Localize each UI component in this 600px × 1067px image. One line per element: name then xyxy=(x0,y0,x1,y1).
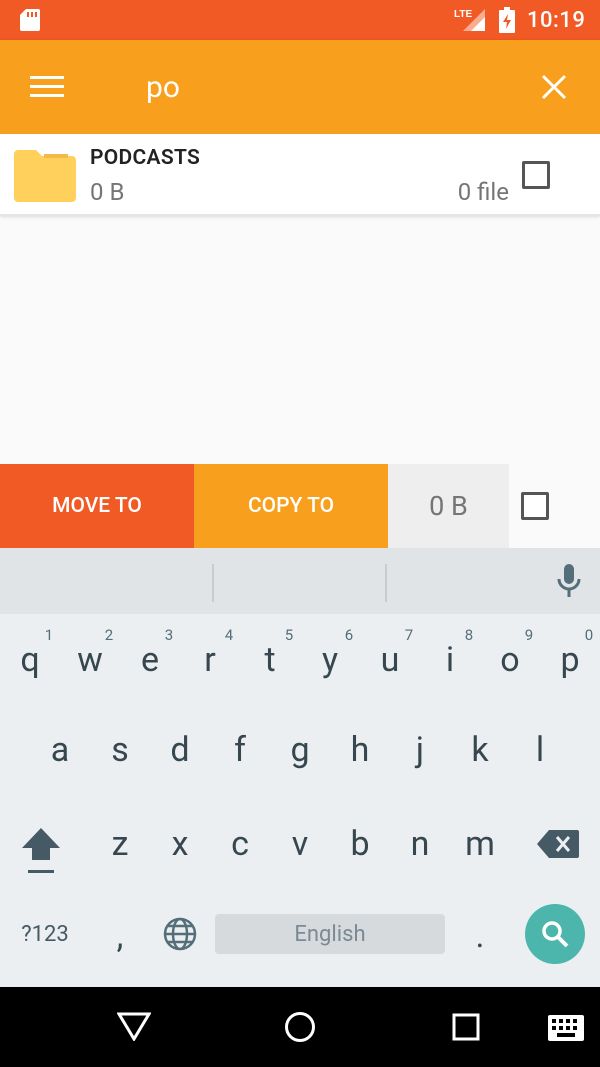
menu-icon[interactable] xyxy=(30,76,64,98)
key-period[interactable]: . xyxy=(450,916,510,956)
back-icon[interactable] xyxy=(117,1011,151,1041)
move-to-button[interactable]: MOVE TO xyxy=(0,464,194,548)
status-clock: 10:19 xyxy=(527,8,586,33)
select-all-checkbox[interactable] xyxy=(521,492,549,520)
sd-card-icon xyxy=(20,9,40,31)
key-q[interactable]: q xyxy=(0,640,60,680)
list-item[interactable]: PODCASTS 0 B 0 file xyxy=(0,134,600,216)
key-c[interactable]: c xyxy=(210,824,270,864)
key-comma[interactable]: , xyxy=(90,916,150,956)
globe-icon[interactable] xyxy=(162,916,198,952)
status-bar: LTE 10:19 xyxy=(0,0,600,40)
suggestion-divider xyxy=(212,564,214,602)
soft-keyboard: 1 2 3 4 5 6 7 8 9 0 q w e r t y u i o p … xyxy=(0,548,600,987)
copy-to-button[interactable]: COPY TO xyxy=(194,464,388,548)
key-e[interactable]: e xyxy=(120,640,180,680)
key-j[interactable]: j xyxy=(390,730,450,770)
lte-signal-icon: LTE xyxy=(454,9,485,31)
key-o[interactable]: o xyxy=(480,640,540,680)
shift-icon[interactable] xyxy=(20,826,62,876)
key-n[interactable]: n xyxy=(390,824,450,864)
key-k[interactable]: k xyxy=(450,730,510,770)
key-s[interactable]: s xyxy=(90,730,150,770)
action-bar: MOVE TO COPY TO 0 B xyxy=(0,464,600,548)
key-h[interactable]: h xyxy=(330,730,390,770)
select-all-area xyxy=(509,464,600,548)
key-m[interactable]: m xyxy=(450,824,510,864)
search-icon xyxy=(542,921,569,948)
key-y[interactable]: y xyxy=(300,640,360,680)
file-size: 0 B xyxy=(90,178,125,206)
key-d[interactable]: d xyxy=(150,730,210,770)
key-p[interactable]: p xyxy=(540,640,600,680)
search-key[interactable] xyxy=(525,904,585,964)
key-u[interactable]: u xyxy=(360,640,420,680)
key-b[interactable]: b xyxy=(330,824,390,864)
recents-icon[interactable] xyxy=(452,1013,480,1041)
app-bar: po xyxy=(0,40,600,134)
key-g[interactable]: g xyxy=(270,730,330,770)
suggestion-strip xyxy=(0,548,600,614)
svg-text:LTE: LTE xyxy=(454,9,472,20)
symbols-key[interactable]: ?123 xyxy=(15,922,75,947)
keyboard-switch-icon[interactable] xyxy=(548,1015,584,1041)
file-count: 0 file xyxy=(457,178,509,206)
battery-charging-icon xyxy=(499,7,515,33)
microphone-icon[interactable] xyxy=(557,564,581,598)
folder-icon xyxy=(14,150,76,202)
key-l[interactable]: l xyxy=(510,730,570,770)
backspace-icon[interactable] xyxy=(537,830,579,858)
key-v[interactable]: v xyxy=(270,824,330,864)
key-w[interactable]: w xyxy=(60,640,120,680)
key-t[interactable]: t xyxy=(240,640,300,680)
key-a[interactable]: a xyxy=(30,730,90,770)
home-icon[interactable] xyxy=(284,1011,316,1043)
search-input[interactable]: po xyxy=(146,70,180,105)
close-icon[interactable] xyxy=(541,74,567,100)
suggestion-divider xyxy=(385,564,387,602)
space-key[interactable]: English xyxy=(215,914,445,954)
row-checkbox[interactable] xyxy=(522,161,550,189)
navigation-bar xyxy=(0,987,600,1067)
file-name: PODCASTS xyxy=(90,146,201,170)
key-z[interactable]: z xyxy=(90,824,150,864)
selected-size: 0 B xyxy=(388,464,509,548)
key-x[interactable]: x xyxy=(150,824,210,864)
key-r[interactable]: r xyxy=(180,640,240,680)
key-f[interactable]: f xyxy=(210,730,270,770)
key-i[interactable]: i xyxy=(420,640,480,680)
